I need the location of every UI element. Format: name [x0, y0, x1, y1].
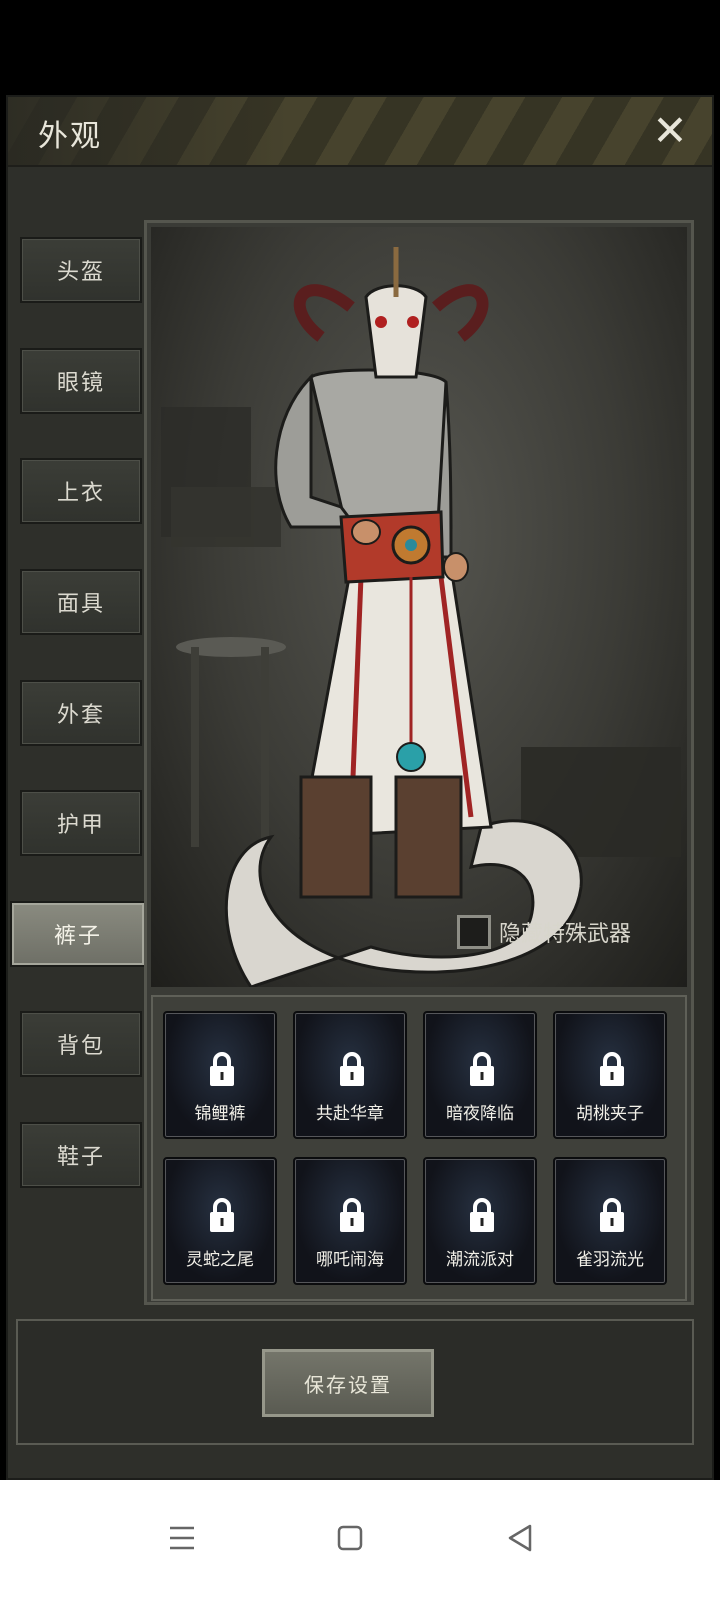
skin-name: 雀羽流光 [576, 1250, 644, 1270]
character-preview[interactable]: 隐藏特殊武器 [151, 227, 687, 987]
save-settings-button[interactable]: 保存设置 [262, 1349, 434, 1417]
close-button[interactable]: ✕ [646, 107, 694, 155]
tab-label: 外套 [56, 703, 105, 728]
close-icon: ✕ [652, 106, 688, 155]
tab-shoes[interactable]: 鞋子 [20, 1122, 142, 1188]
lock-icon [340, 1052, 364, 1086]
tab-label: 眼镜 [56, 371, 105, 396]
tab-armor[interactable]: 护甲 [20, 790, 142, 856]
panel-header [8, 97, 712, 167]
tab-helmet[interactable]: 头盔 [20, 237, 142, 303]
tab-label: 背包 [56, 1034, 105, 1059]
lock-icon [210, 1198, 234, 1232]
skin-item[interactable]: 雀羽流光 [553, 1157, 667, 1285]
menu-icon[interactable] [152, 1508, 212, 1568]
footer-bar: 保存设置 [16, 1319, 694, 1445]
tab-glasses[interactable]: 眼镜 [20, 348, 142, 414]
skin-grid: 锦鲤裤 共赴华章 暗夜降临 胡桃夹子 灵蛇之尾 哪吒闹海 潮流派对 雀羽流光 [151, 995, 687, 1301]
tab-label: 上衣 [56, 481, 105, 506]
skin-name: 锦鲤裤 [194, 1104, 246, 1124]
skin-name: 潮流派对 [446, 1250, 514, 1270]
lock-icon [600, 1052, 624, 1086]
tab-label: 裤子 [53, 924, 102, 949]
tab-label: 面具 [56, 592, 105, 617]
lock-icon [340, 1198, 364, 1232]
skin-name: 共赴华章 [316, 1104, 384, 1124]
skin-item[interactable]: 胡桃夹子 [553, 1011, 667, 1139]
skin-item[interactable]: 共赴华章 [293, 1011, 407, 1139]
status-bar-area [0, 0, 720, 95]
skin-item[interactable]: 潮流派对 [423, 1157, 537, 1285]
tab-label: 鞋子 [56, 1145, 105, 1170]
home-icon[interactable] [320, 1508, 380, 1568]
system-nav-bar [0, 1480, 720, 1600]
hide-weapon-label: 隐藏特殊武器 [499, 922, 632, 947]
tab-backpack[interactable]: 背包 [20, 1011, 142, 1077]
lock-icon [470, 1198, 494, 1232]
panel-title: 外观 [38, 119, 102, 154]
skin-name: 哪吒闹海 [316, 1250, 384, 1270]
hide-weapon-toggle[interactable]: 隐藏特殊武器 [457, 915, 631, 949]
hide-weapon-checkbox[interactable] [457, 915, 491, 949]
tab-shirt[interactable]: 上衣 [20, 458, 142, 524]
preview-frame: 隐藏特殊武器 锦鲤裤 共赴华章 暗夜降临 胡桃夹子 灵蛇之尾 哪吒闹海 潮流派对… [144, 220, 694, 1305]
tab-mask[interactable]: 面具 [20, 569, 142, 635]
skin-name: 灵蛇之尾 [186, 1250, 254, 1270]
skin-name: 暗夜降临 [446, 1104, 514, 1124]
skin-item[interactable]: 锦鲤裤 [163, 1011, 277, 1139]
tab-pants[interactable]: 裤子 [10, 901, 146, 967]
tab-label: 头盔 [56, 260, 105, 285]
skin-name: 胡桃夹子 [576, 1104, 644, 1124]
lock-icon [210, 1052, 234, 1086]
back-icon[interactable] [490, 1508, 550, 1568]
skin-item[interactable]: 灵蛇之尾 [163, 1157, 277, 1285]
skin-item[interactable]: 哪吒闹海 [293, 1157, 407, 1285]
save-settings-label: 保存设置 [304, 1372, 392, 1397]
lock-icon [600, 1198, 624, 1232]
appearance-panel: 外观 ✕ 头盔 眼镜 上衣 面具 外套 护甲 裤子 背包 鞋子 隐藏特殊武器 锦… [6, 95, 714, 1480]
lock-icon [470, 1052, 494, 1086]
tab-coat[interactable]: 外套 [20, 680, 142, 746]
skin-item[interactable]: 暗夜降临 [423, 1011, 537, 1139]
character-figure [161, 247, 681, 987]
tab-label: 护甲 [56, 813, 105, 838]
